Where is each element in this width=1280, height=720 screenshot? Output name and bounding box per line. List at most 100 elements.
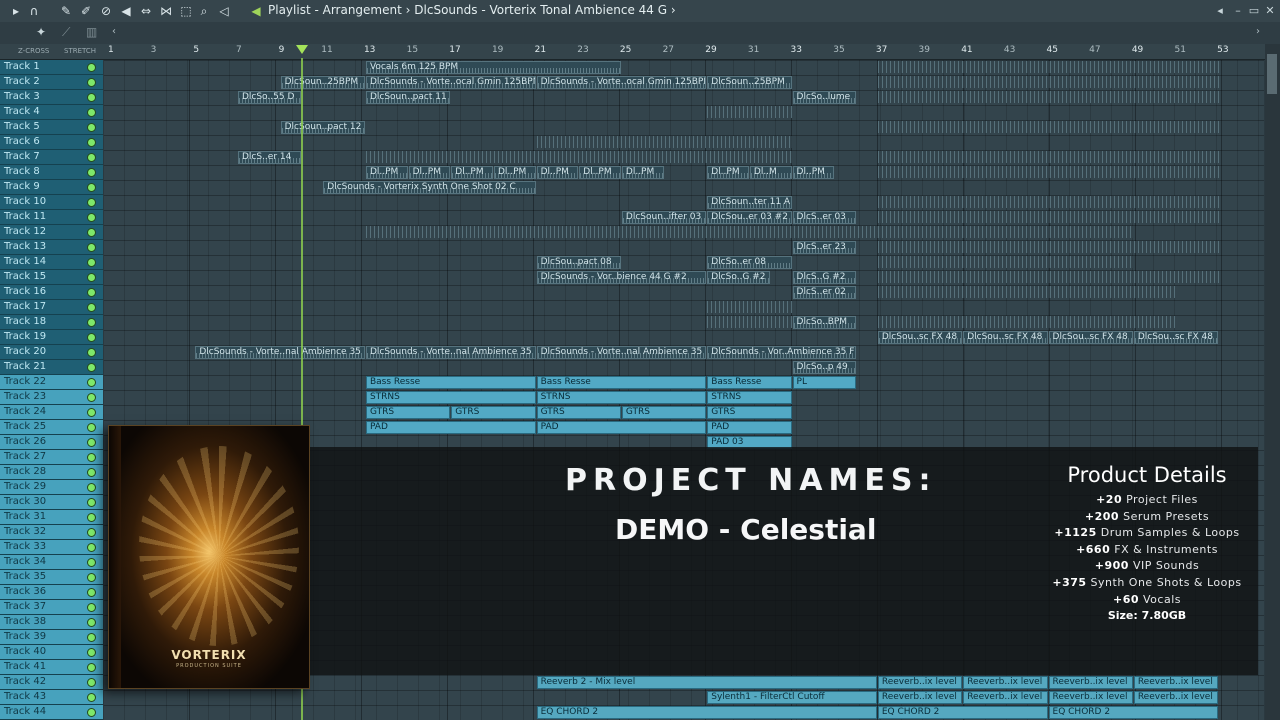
automation-clip[interactable]: Reeverb..ix level xyxy=(1133,676,1219,689)
track-header[interactable]: Track 15 xyxy=(0,270,103,285)
automation-clip[interactable]: Reeverb..ix level xyxy=(963,691,1048,704)
pattern-clip[interactable]: PL xyxy=(792,376,856,389)
track-mute-led[interactable] xyxy=(87,648,96,657)
track-header[interactable]: Track 42 xyxy=(0,675,103,690)
sliced-audio-region[interactable] xyxy=(877,121,1220,133)
track-mute-led[interactable] xyxy=(87,258,96,267)
sliced-audio-region[interactable] xyxy=(707,106,793,118)
pattern-clip[interactable]: Bass Resse xyxy=(536,376,707,389)
sliced-audio-region[interactable] xyxy=(877,61,1220,73)
track-mute-led[interactable] xyxy=(87,123,96,132)
pattern-clip[interactable]: PAD xyxy=(365,421,536,434)
track-mute-led[interactable] xyxy=(87,393,96,402)
audio-clip[interactable]: DlcSoun..ter 11 A xyxy=(707,196,792,209)
track-mute-led[interactable] xyxy=(87,63,96,72)
sliced-audio-region[interactable] xyxy=(707,316,793,328)
audio-clip[interactable]: DlcSounds - Vorte..ocal Gmin 125BPM xyxy=(536,76,707,89)
audio-clip[interactable]: Dl..PM xyxy=(707,166,749,179)
track-mute-led[interactable] xyxy=(87,543,96,552)
pattern-clip[interactable]: GTRS xyxy=(536,406,621,419)
track-header[interactable]: Track 33 xyxy=(0,540,103,555)
track-header[interactable]: Track 10 xyxy=(0,195,103,210)
track-header[interactable]: Track 9 xyxy=(0,180,103,195)
track-header[interactable]: Track 8 xyxy=(0,165,103,180)
automation-clip[interactable]: Reeverb..ix level xyxy=(1048,676,1133,689)
magnet-icon[interactable]: ∩ xyxy=(26,3,42,19)
mute-icon[interactable]: ◀ xyxy=(118,3,134,19)
track-mute-led[interactable] xyxy=(87,363,96,372)
sliced-audio-region[interactable] xyxy=(877,241,1220,253)
audio-clip[interactable]: Dl..PM xyxy=(621,166,664,179)
track-mute-led[interactable] xyxy=(87,423,96,432)
track-mute-led[interactable] xyxy=(87,108,96,117)
track-mute-led[interactable] xyxy=(87,213,96,222)
pattern-clip[interactable]: GTRS xyxy=(707,406,792,419)
zoom-icon[interactable]: ⌕ xyxy=(196,3,212,19)
sliced-audio-region[interactable] xyxy=(877,211,1220,223)
track-header[interactable]: Track 17 xyxy=(0,300,103,315)
track-header[interactable]: Track 37 xyxy=(0,600,103,615)
pattern-clip[interactable]: STRNS xyxy=(707,391,792,404)
track-header[interactable]: Track 13 xyxy=(0,240,103,255)
track-mute-led[interactable] xyxy=(87,348,96,357)
track-mute-led[interactable] xyxy=(87,168,96,177)
track-mute-led[interactable] xyxy=(87,438,96,447)
maximize-button[interactable]: ▭ xyxy=(1246,3,1262,19)
automation-clip[interactable]: EQ CHORD 2 xyxy=(536,706,877,719)
audio-clip[interactable]: DlcS..er 23 xyxy=(792,241,856,254)
scroll-right-icon[interactable]: › xyxy=(1256,26,1260,37)
track-header[interactable]: Track 20 xyxy=(0,345,103,360)
automation-clip[interactable]: Sylenth1 - FilterCtl Cutoff xyxy=(707,691,877,704)
automation-clip[interactable]: Reeverb..ix level xyxy=(1048,691,1133,704)
track-mute-led[interactable] xyxy=(87,333,96,342)
sliced-audio-region[interactable] xyxy=(877,91,1220,103)
track-header[interactable]: Track 18 xyxy=(0,315,103,330)
track-mute-led[interactable] xyxy=(87,618,96,627)
audio-clip[interactable]: DlcSo..BPM xyxy=(792,316,856,329)
sliced-audio-region[interactable] xyxy=(536,136,793,148)
audio-clip[interactable]: DlcSo..lume xyxy=(792,91,856,104)
track-mute-led[interactable] xyxy=(87,243,96,252)
pattern-clip[interactable]: STRNS xyxy=(365,391,536,404)
track-header[interactable]: Track 25 xyxy=(0,420,103,435)
track-header[interactable]: Track 34 xyxy=(0,555,103,570)
automation-clip[interactable]: Reeverb..ix level xyxy=(877,676,963,689)
audio-clip[interactable]: DlcSounds - Vorterix Synth One Shot 02 C xyxy=(323,181,536,194)
pattern-clip[interactable]: Bass Resse xyxy=(707,376,792,389)
options-icon[interactable]: ◂ xyxy=(1212,3,1228,19)
track-mute-led[interactable] xyxy=(87,453,96,462)
audio-clip[interactable]: DlcSo..55 D xyxy=(237,91,301,104)
pattern-clip[interactable]: GTRS xyxy=(365,406,451,419)
audio-clip[interactable]: Dl..PM xyxy=(579,166,621,179)
track-header[interactable]: Track 43 xyxy=(0,690,103,705)
track-header[interactable]: Track 44 xyxy=(0,705,103,720)
audio-clip[interactable]: Dl..PM xyxy=(408,166,451,179)
track-mute-led[interactable] xyxy=(87,408,96,417)
slice-icon[interactable]: ⋈ xyxy=(158,3,174,19)
track-mute-led[interactable] xyxy=(87,483,96,492)
audio-clip[interactable]: DlcS..er 14 xyxy=(237,151,301,164)
audio-clip[interactable]: DlcSoun..25BPM xyxy=(707,76,792,89)
link-icon[interactable]: ⟋ xyxy=(62,25,70,40)
audio-clip[interactable]: DlcSou..sc FX 48 xyxy=(1048,331,1133,344)
timeline-ruler[interactable]: Z-CROSS STRETCH 1 3 5 7 9 11 13 15 17 19 21 23 25 27 2… xyxy=(0,44,1280,60)
track-mute-led[interactable] xyxy=(87,588,96,597)
track-mute-led[interactable] xyxy=(87,378,96,387)
sliced-audio-region[interactable] xyxy=(877,76,1220,88)
track-header[interactable]: Track 19 xyxy=(0,330,103,345)
automation-clip[interactable]: EQ CHORD 2 xyxy=(877,706,1048,719)
track-header[interactable]: Track 21 xyxy=(0,360,103,375)
track-header[interactable]: Track 26 xyxy=(0,435,103,450)
audio-clip[interactable]: Dl..PM xyxy=(536,166,579,179)
sliced-audio-region[interactable] xyxy=(365,151,793,163)
slip-icon[interactable]: ⇔ xyxy=(138,3,154,19)
audio-clip[interactable]: DlcSounds - Vor..Ambience 35 F xyxy=(707,346,856,359)
track-header[interactable]: Track 7 xyxy=(0,150,103,165)
audio-clip[interactable]: Dl..PM xyxy=(493,166,536,179)
snap-icon[interactable]: ✦ xyxy=(36,25,46,39)
audio-clip[interactable]: DlcSoun..pact 12 xyxy=(280,121,365,134)
draw-icon[interactable]: ✐ xyxy=(78,3,94,19)
track-mute-led[interactable] xyxy=(87,573,96,582)
track-header[interactable]: Track 16 xyxy=(0,285,103,300)
speaker-icon[interactable]: ◀ xyxy=(248,3,264,19)
